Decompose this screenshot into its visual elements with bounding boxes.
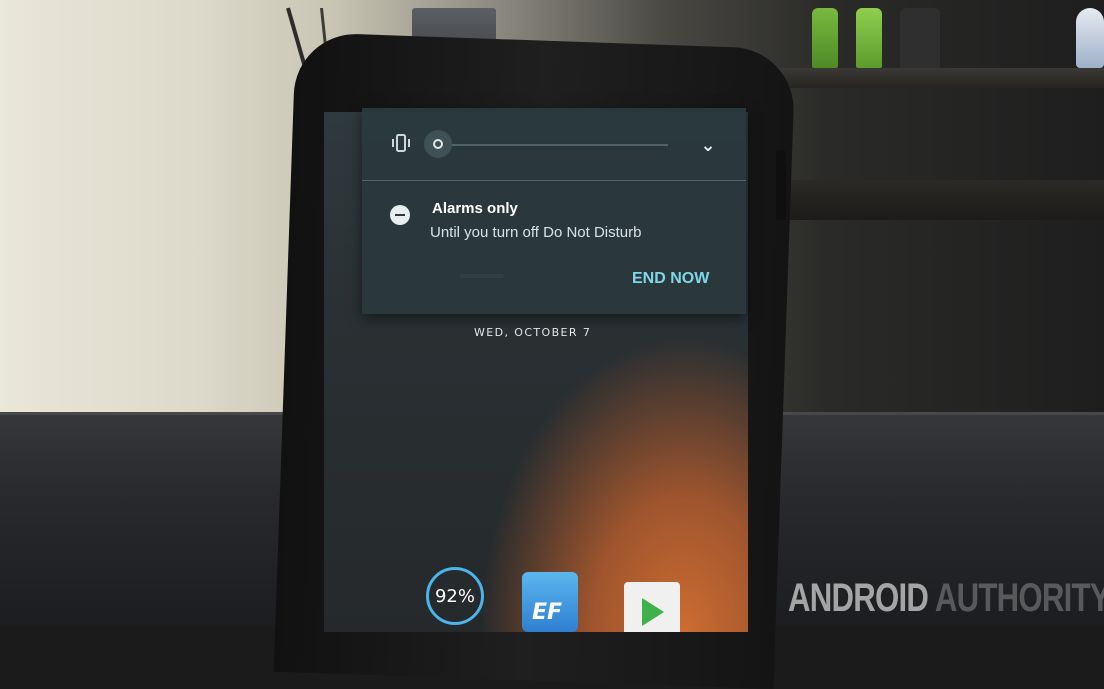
battery-percent: 92% [434,585,475,607]
dark-figurine [900,8,940,68]
watermark-part1: ANDROID [788,576,929,620]
ef-icon-label: EF [532,600,563,625]
shelf-lower [760,180,1104,220]
volume-row: ⌄ [362,108,746,180]
battery-widget[interactable]: 92% [426,567,484,625]
watermark: ANDROID AUTHORITY [788,576,1104,621]
bottle [1076,8,1104,68]
android-figurine [856,8,882,68]
volume-slider-track[interactable] [442,144,668,146]
android-figurine [812,8,838,68]
es-file-explorer-icon[interactable]: EF [522,572,578,632]
dnd-title: Alarms only [432,200,518,217]
play-store-icon[interactable] [624,582,680,632]
notification-shade: ⌄ Alarms only Until you turn off Do Not … [362,108,746,314]
phone-power-button [776,150,786,220]
vibrate-icon[interactable] [390,132,412,154]
play-triangle-icon [642,598,664,626]
divider [362,180,746,181]
end-now-button[interactable]: END NOW [626,268,715,290]
dnd-subtitle: Until you turn off Do Not Disturb [430,224,642,241]
watermark-part2: AUTHORITY [928,576,1104,620]
volume-slider-thumb[interactable] [424,130,452,158]
chevron-down-icon[interactable]: ⌄ [692,130,724,162]
lockscreen-date: WED, OCTOBER 7 [474,326,592,339]
do-not-disturb-icon [390,205,410,225]
